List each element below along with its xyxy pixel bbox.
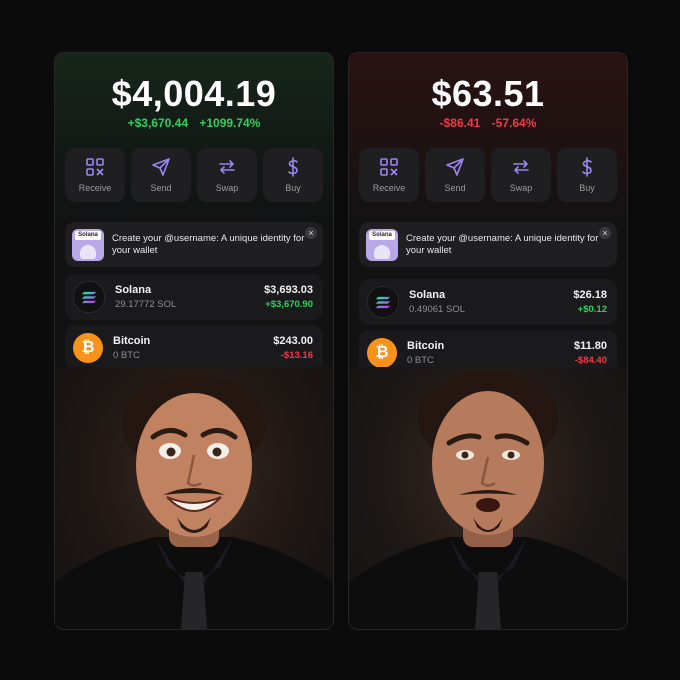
asset-amount: 29.17772 SOL [115, 299, 177, 310]
bitcoin-icon: ₿ [73, 333, 103, 363]
promo-text: Create your @username: A unique identity… [406, 232, 599, 256]
asset-row-solana[interactable]: Solana 0.49061 SOL $26.18 +$0.12 [359, 279, 617, 325]
reaction-photo-happy [55, 367, 333, 629]
receive-label: Receive [78, 183, 112, 193]
send-button[interactable]: Send [425, 148, 485, 202]
receive-button[interactable]: Receive [65, 148, 125, 202]
send-icon [446, 158, 464, 176]
wallet-panel-loss: $63.51 -$86.41 -57.64% Receive Send Swap [348, 52, 628, 630]
receive-label: Receive [372, 183, 406, 193]
asset-name: Bitcoin [113, 335, 151, 347]
reaction-photo-shocked [349, 367, 627, 629]
asset-amount: 0.49061 SOL [409, 304, 465, 315]
asset-name: Solana [115, 284, 152, 296]
qr-code-icon [86, 158, 104, 176]
swap-label: Swap [215, 183, 239, 193]
swap-label: Swap [509, 183, 533, 193]
swap-icon [219, 160, 235, 174]
send-icon [152, 158, 170, 176]
asset-amount: 0 BTC [407, 355, 434, 366]
change-amount: -$86.41 [439, 116, 481, 130]
username-promo-card[interactable]: Solana Create your @username: A unique i… [65, 222, 323, 267]
asset-value: $11.80 [573, 340, 607, 352]
balance-total: $4,004.19 [111, 73, 277, 114]
qr-code-icon [380, 158, 398, 176]
buy-label: Buy [579, 183, 595, 193]
buy-button[interactable]: Buy [263, 148, 323, 202]
bitcoin-icon: ₿ [367, 338, 397, 368]
send-label: Send [150, 183, 172, 193]
asset-value: $243.00 [273, 335, 313, 347]
close-icon[interactable]: × [305, 227, 317, 239]
asset-change: -$84.40 [574, 355, 607, 366]
action-bar: Receive Send Swap Buy [359, 148, 617, 202]
asset-row-solana[interactable]: Solana 29.17772 SOL $3,693.03 +$3,670.90 [65, 274, 323, 320]
asset-value: $3,693.03 [264, 284, 313, 296]
balance-change: -$86.41 -57.64% [349, 116, 627, 130]
action-bar: Receive Send Swap Buy [65, 148, 323, 202]
promo-thumbnail: Solana [72, 228, 104, 261]
swap-button[interactable]: Swap [197, 148, 257, 202]
solana-icon [367, 286, 399, 318]
asset-row-bitcoin[interactable]: ₿ Bitcoin 0 BTC $243.00 -$13.16 [65, 325, 323, 371]
change-amount: +$3,670.44 [127, 116, 188, 130]
balance-total: $63.51 [431, 73, 545, 114]
asset-value: $26.18 [573, 289, 607, 301]
receive-button[interactable]: Receive [359, 148, 419, 202]
asset-change: +$3,670.90 [265, 299, 313, 310]
promo-thumb-tag: Solana [75, 230, 101, 240]
buy-button[interactable]: Buy [557, 148, 617, 202]
solana-icon [73, 281, 105, 313]
dollar-icon [288, 157, 298, 177]
promo-thumbnail: Solana [366, 228, 398, 261]
send-button[interactable]: Send [131, 148, 191, 202]
asset-amount: 0 BTC [113, 350, 140, 361]
swap-button[interactable]: Swap [491, 148, 551, 202]
promo-thumb-tag: Solana [369, 230, 395, 240]
dollar-icon [582, 157, 592, 177]
asset-name: Solana [409, 289, 446, 301]
asset-change: +$0.12 [577, 304, 607, 315]
promo-text: Create your @username: A unique identity… [112, 232, 305, 256]
change-percent: -57.64% [491, 116, 537, 130]
ghost-mascot-icon [374, 244, 390, 259]
send-label: Send [444, 183, 466, 193]
asset-name: Bitcoin [407, 340, 445, 352]
change-percent: +1099.74% [199, 116, 261, 130]
ghost-mascot-icon [80, 244, 96, 259]
swap-icon [513, 160, 529, 174]
username-promo-card[interactable]: Solana Create your @username: A unique i… [359, 222, 617, 267]
wallet-panel-gain: $4,004.19 +$3,670.44 +1099.74% Receive S… [54, 52, 334, 630]
asset-change: -$13.16 [280, 350, 313, 361]
buy-label: Buy [285, 183, 301, 193]
close-icon[interactable]: × [599, 227, 611, 239]
balance-change: +$3,670.44 +1099.74% [55, 116, 333, 130]
